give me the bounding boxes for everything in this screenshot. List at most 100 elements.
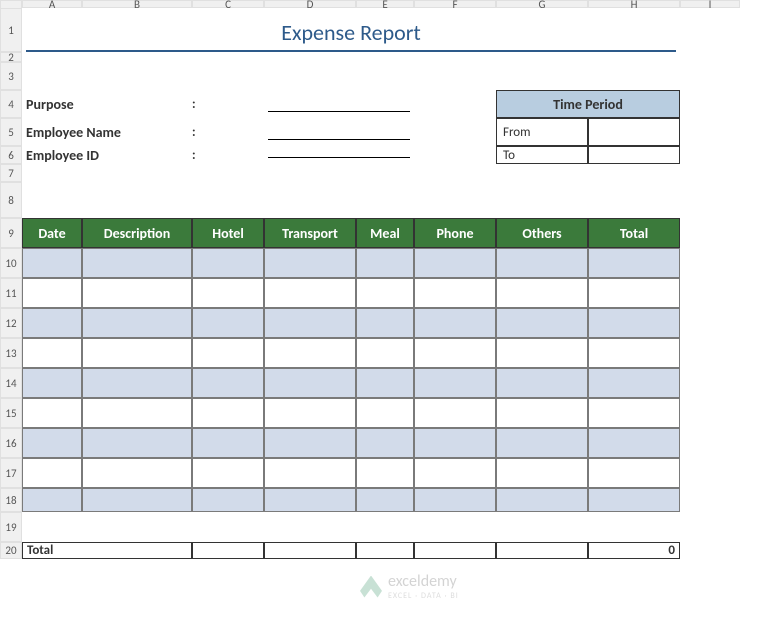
row-header-2[interactable]: 2 (0, 52, 22, 62)
row-header-16[interactable]: 16 (0, 428, 22, 458)
table-cell[interactable] (264, 428, 356, 458)
row-header-8[interactable]: 8 (0, 182, 22, 218)
table-cell[interactable] (22, 248, 82, 278)
row-header-9[interactable]: 9 (0, 218, 22, 248)
purpose-input-line[interactable] (268, 96, 410, 112)
table-cell[interactable] (414, 278, 496, 308)
table-cell[interactable] (22, 278, 82, 308)
col-header-H[interactable]: H (588, 0, 680, 8)
footer-cell[interactable] (496, 542, 588, 559)
table-cell[interactable] (192, 338, 264, 368)
employee-name-input-line[interactable] (268, 124, 410, 140)
table-cell[interactable] (22, 308, 82, 338)
table-cell[interactable] (264, 278, 356, 308)
table-cell[interactable] (496, 458, 588, 488)
table-cell[interactable] (264, 398, 356, 428)
row-header-6[interactable]: 6 (0, 146, 22, 164)
table-cell[interactable] (356, 278, 414, 308)
table-cell[interactable] (192, 488, 264, 512)
table-cell[interactable] (264, 368, 356, 398)
table-cell[interactable] (264, 308, 356, 338)
table-cell[interactable] (496, 488, 588, 512)
table-cell[interactable] (82, 488, 192, 512)
col-header-C[interactable]: C (192, 0, 264, 8)
row-header-20[interactable]: 20 (0, 542, 22, 559)
table-cell[interactable] (356, 248, 414, 278)
row-header-12[interactable]: 12 (0, 308, 22, 338)
table-cell[interactable] (22, 338, 82, 368)
table-cell[interactable] (356, 368, 414, 398)
row-header-17[interactable]: 17 (0, 458, 22, 488)
col-header-B[interactable]: B (82, 0, 192, 8)
table-cell[interactable] (82, 338, 192, 368)
table-cell[interactable] (588, 338, 680, 368)
footer-total-value[interactable]: 0 (588, 542, 680, 559)
table-cell[interactable] (496, 398, 588, 428)
table-cell[interactable] (192, 308, 264, 338)
table-cell[interactable] (264, 338, 356, 368)
col-header-E[interactable]: E (356, 0, 414, 8)
table-cell[interactable] (588, 488, 680, 512)
table-cell[interactable] (192, 368, 264, 398)
table-cell[interactable] (264, 488, 356, 512)
table-cell[interactable] (22, 458, 82, 488)
row-header-11[interactable]: 11 (0, 278, 22, 308)
row-header-19[interactable]: 19 (0, 512, 22, 542)
table-cell[interactable] (22, 368, 82, 398)
table-cell[interactable] (22, 428, 82, 458)
table-cell[interactable] (496, 368, 588, 398)
table-cell[interactable] (588, 398, 680, 428)
table-cell[interactable] (414, 458, 496, 488)
table-cell[interactable] (414, 338, 496, 368)
row-header-14[interactable]: 14 (0, 368, 22, 398)
table-cell[interactable] (22, 398, 82, 428)
table-cell[interactable] (82, 278, 192, 308)
table-cell[interactable] (192, 428, 264, 458)
table-cell[interactable] (496, 338, 588, 368)
table-cell[interactable] (82, 248, 192, 278)
table-cell[interactable] (356, 428, 414, 458)
table-cell[interactable] (82, 458, 192, 488)
table-cell[interactable] (356, 338, 414, 368)
table-cell[interactable] (588, 428, 680, 458)
row-header-18[interactable]: 18 (0, 488, 22, 512)
time-from-value[interactable] (588, 118, 680, 146)
table-cell[interactable] (496, 308, 588, 338)
row-header-13[interactable]: 13 (0, 338, 22, 368)
row-header-3[interactable]: 3 (0, 62, 22, 90)
col-header-D[interactable]: D (264, 0, 356, 8)
table-cell[interactable] (414, 308, 496, 338)
table-cell[interactable] (192, 458, 264, 488)
col-header-I[interactable]: I (680, 0, 740, 8)
table-cell[interactable] (82, 398, 192, 428)
row-header-15[interactable]: 15 (0, 398, 22, 428)
row-header-4[interactable]: 4 (0, 90, 22, 118)
table-cell[interactable] (414, 368, 496, 398)
table-cell[interactable] (192, 278, 264, 308)
footer-cell[interactable] (264, 542, 356, 559)
table-cell[interactable] (414, 398, 496, 428)
table-cell[interactable] (192, 398, 264, 428)
col-header-G[interactable]: G (496, 0, 588, 8)
table-cell[interactable] (496, 278, 588, 308)
table-cell[interactable] (496, 248, 588, 278)
footer-cell[interactable] (414, 542, 496, 559)
table-cell[interactable] (496, 428, 588, 458)
col-header-F[interactable]: F (414, 0, 496, 8)
table-cell[interactable] (588, 308, 680, 338)
table-cell[interactable] (588, 278, 680, 308)
table-cell[interactable] (82, 368, 192, 398)
table-cell[interactable] (356, 458, 414, 488)
table-cell[interactable] (414, 488, 496, 512)
table-cell[interactable] (356, 398, 414, 428)
table-cell[interactable] (414, 428, 496, 458)
row-header-10[interactable]: 10 (0, 248, 22, 278)
table-cell[interactable] (356, 308, 414, 338)
table-cell[interactable] (356, 488, 414, 512)
col-header-A[interactable]: A (22, 0, 82, 8)
employee-id-input-line[interactable] (268, 142, 410, 158)
table-cell[interactable] (588, 458, 680, 488)
table-cell[interactable] (22, 488, 82, 512)
row-header-1[interactable]: 1 (0, 8, 22, 52)
row-header-7[interactable]: 7 (0, 164, 22, 182)
